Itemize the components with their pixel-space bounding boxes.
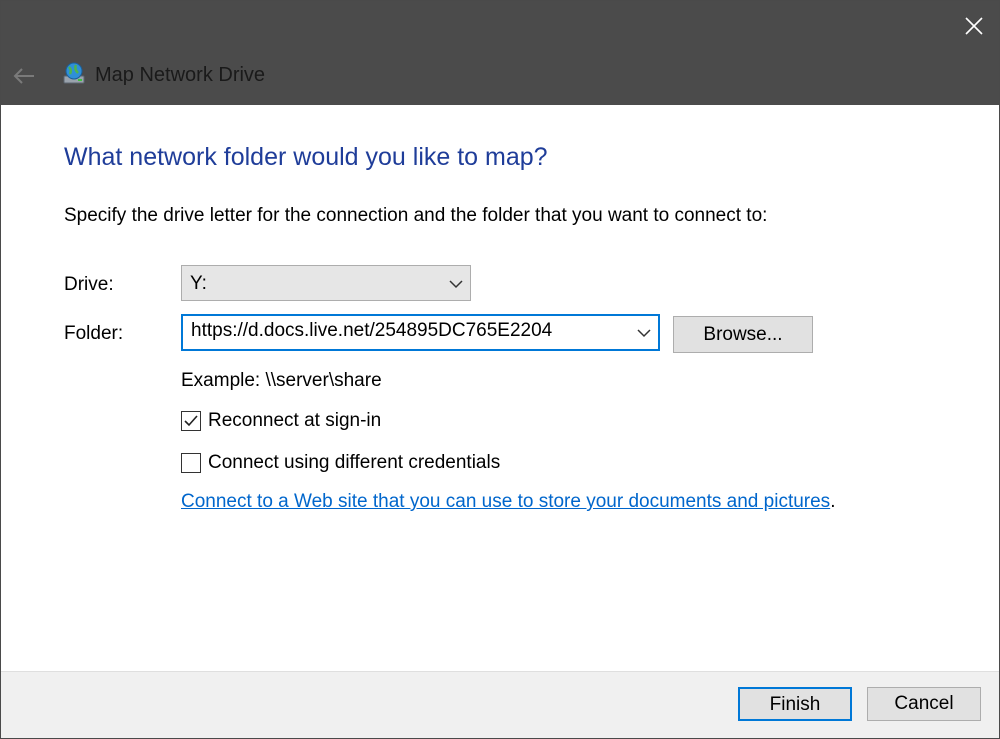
cancel-button[interactable]: Cancel (867, 687, 981, 721)
back-button[interactable] (9, 61, 39, 91)
chevron-down-icon[interactable] (636, 325, 652, 341)
credentials-checkbox[interactable] (181, 453, 201, 473)
web-site-link[interactable]: Connect to a Web site that you can use t… (181, 491, 830, 512)
map-network-drive-dialog: Map Network Drive What network folder wo… (0, 0, 1000, 739)
folder-input[interactable]: https://d.docs.live.net/254895DC765E2204 (181, 314, 660, 351)
page-heading: What network folder would you like to ma… (64, 143, 548, 171)
reconnect-checkbox[interactable] (181, 411, 201, 431)
instruction-text: Specify the drive letter for the connect… (64, 205, 768, 226)
close-button[interactable] (949, 1, 999, 51)
finish-button[interactable]: Finish (738, 687, 852, 721)
checkmark-icon (184, 415, 198, 427)
drive-value: Y: (190, 273, 207, 294)
window-title: Map Network Drive (95, 64, 266, 86)
folder-label: Folder: (64, 323, 124, 344)
folder-value: https://d.docs.live.net/254895DC765E2204 (191, 320, 553, 341)
chevron-down-icon (449, 280, 463, 289)
close-icon (965, 17, 983, 35)
web-site-link-line: Connect to a Web site that you can use t… (181, 491, 835, 513)
browse-button[interactable]: Browse... (673, 316, 813, 353)
back-arrow-icon (13, 68, 34, 84)
link-suffix: . (830, 491, 836, 512)
network-drive-icon (63, 62, 85, 84)
credentials-label: Connect using different credentials (208, 452, 501, 473)
drive-label: Drive: (64, 274, 114, 295)
title-bar: Map Network Drive (1, 1, 999, 105)
drive-select[interactable]: Y: (181, 265, 471, 301)
example-text: Example: \\server\share (181, 370, 382, 391)
reconnect-checkbox-row[interactable]: Reconnect at sign-in (181, 409, 381, 433)
reconnect-label: Reconnect at sign-in (208, 410, 382, 431)
credentials-checkbox-row[interactable]: Connect using different credentials (181, 451, 500, 475)
